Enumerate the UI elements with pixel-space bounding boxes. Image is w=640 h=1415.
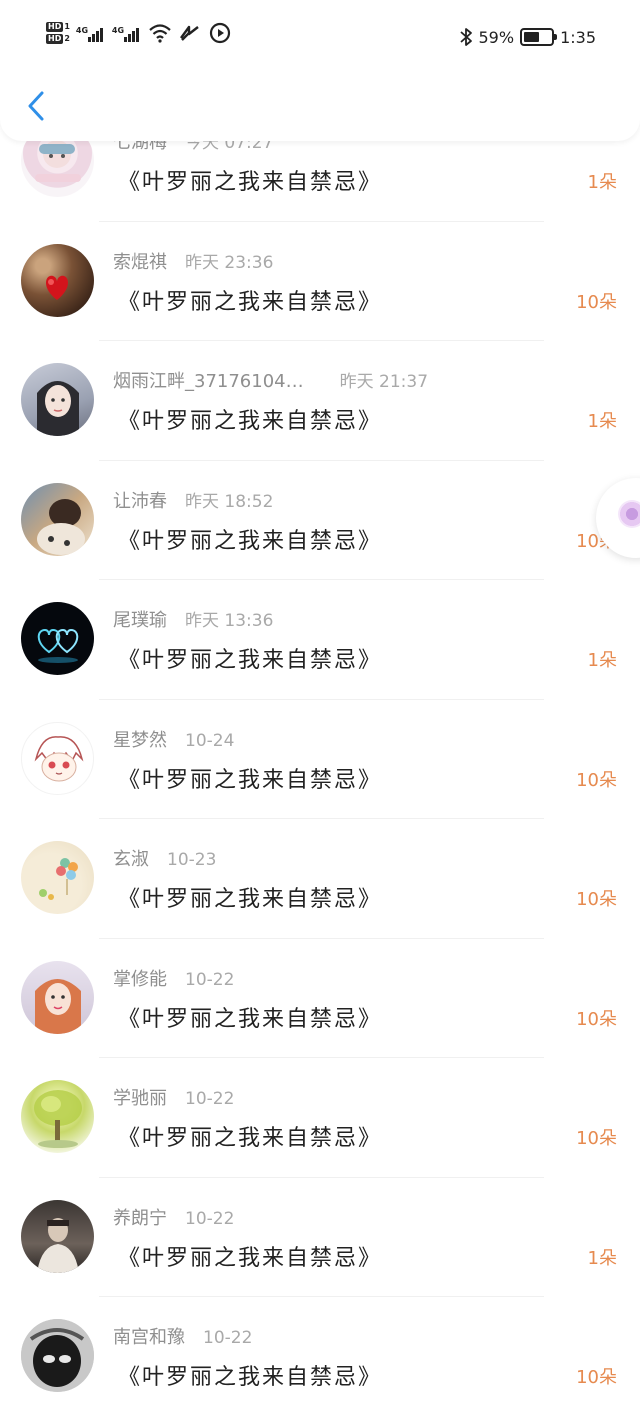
battery-fill xyxy=(524,32,540,42)
avatar[interactable] xyxy=(21,1080,94,1153)
bluetooth-icon xyxy=(459,28,472,46)
gift-amount: 1朵 xyxy=(587,172,617,193)
send-time: 昨天 13:36 xyxy=(185,611,274,631)
chevron-left-icon xyxy=(28,91,44,121)
hd-indicator-2: HD 2 xyxy=(46,34,70,44)
gift-message: 《叶罗丽之我来自禁忌》 xyxy=(118,1245,383,1271)
send-time: 昨天 23:36 xyxy=(185,252,274,273)
sender-meta: 掌修能 10-22 xyxy=(113,965,234,991)
gift-message: 《叶罗丽之我来自禁忌》 xyxy=(118,1365,383,1390)
gift-amount: 10朵 xyxy=(576,1008,617,1030)
avatar[interactable] xyxy=(21,960,94,1034)
avatar[interactable] xyxy=(21,482,94,556)
list-item[interactable]: 南宫和豫 10-22 《叶罗丽之我来自禁忌》 10朵 xyxy=(0,1297,640,1415)
send-time: 10-24 xyxy=(185,730,235,751)
network-label: 4G xyxy=(111,26,125,35)
sender-name: 星梦然 xyxy=(113,729,167,751)
sender-name: 索焜祺 xyxy=(113,251,167,273)
send-time: 10-22 xyxy=(185,1089,235,1109)
hd-sub: 1 xyxy=(64,22,70,31)
list-item[interactable]: 星梦然 10-24 《叶罗丽之我来自禁忌》 10朵 xyxy=(0,700,640,819)
gift-message: 《叶罗丽之我来自禁忌》 xyxy=(118,1006,383,1032)
sender-name: 学驰丽 xyxy=(113,1088,167,1109)
gift-amount: 10朵 xyxy=(576,769,617,791)
avatar[interactable] xyxy=(21,1319,94,1392)
list-item[interactable]: 玄淑 10-23 《叶罗丽之我来自禁忌》 10朵 xyxy=(0,819,640,939)
sender-name: 烟雨江畔_37176104… xyxy=(113,371,304,392)
status-bar: HD 1 HD 2 4G 4G 59% 1:35 xyxy=(0,0,640,78)
gift-amount: 10朵 xyxy=(576,1367,617,1388)
gift-message: 《叶罗丽之我来自禁忌》 xyxy=(118,648,383,673)
clock: 1:35 xyxy=(560,27,596,47)
gift-message: 《叶罗丽之我来自禁忌》 xyxy=(118,409,383,434)
sender-name: 养朗宁 xyxy=(113,1207,167,1229)
nfc-icon xyxy=(179,25,199,41)
sender-name: 掌修能 xyxy=(113,968,167,990)
list-item[interactable]: 索焜祺 昨天 23:36 《叶罗丽之我来自禁忌》 10朵 xyxy=(0,222,640,341)
battery-percent: 59% xyxy=(478,27,515,47)
send-time: 昨天 21:37 xyxy=(339,372,429,392)
send-time: 10-22 xyxy=(203,1328,253,1348)
battery-icon xyxy=(520,28,558,46)
hd-label: HD xyxy=(46,22,64,32)
sender-meta: 星梦然 10-24 xyxy=(113,726,234,752)
sender-meta: 索焜祺 昨天 23:36 xyxy=(113,248,273,274)
hd-label: HD xyxy=(46,34,64,44)
gift-amount: 10朵 xyxy=(576,889,617,910)
status-right: 59% 1:35 xyxy=(459,27,596,47)
hd-sub: 2 xyxy=(64,34,70,43)
sender-meta: 尾璞瑜 昨天 13:36 xyxy=(113,606,273,632)
sender-meta: 养朗宁 10-22 xyxy=(113,1204,234,1230)
avatar[interactable] xyxy=(21,1199,94,1273)
network-label: 4G xyxy=(75,26,89,35)
sender-name: 南宫和豫 xyxy=(113,1327,185,1348)
avatar[interactable] xyxy=(21,841,94,914)
list-item[interactable]: 让沛春 昨天 18:52 《叶罗丽之我来自禁忌》 10朵 xyxy=(0,461,640,580)
list-item[interactable]: 养朗宁 10-22 《叶罗丽之我来自禁忌》 1朵 xyxy=(0,1178,640,1297)
avatar[interactable] xyxy=(21,243,94,317)
status-left: HD 1 HD 2 4G 4G xyxy=(46,22,232,44)
gift-amount: 1朵 xyxy=(587,411,617,432)
signal-icon: 4G xyxy=(112,22,142,44)
gift-amount: 1朵 xyxy=(587,650,617,671)
list-item[interactable]: 掌修能 10-22 《叶罗丽之我来自禁忌》 10朵 xyxy=(0,939,640,1058)
gift-list-screen: 七湖梅 今天 07:27 《叶罗丽之我来自禁忌》 1朵 索焜祺 昨天 23:36… xyxy=(0,0,640,1415)
sender-meta: 烟雨江畔_37176104… 昨天 21:37 xyxy=(113,367,428,393)
send-time: 10-22 xyxy=(185,1208,235,1229)
list-item[interactable]: 学驰丽 10-22 《叶罗丽之我来自禁忌》 10朵 xyxy=(0,1058,640,1178)
gift-amount: 10朵 xyxy=(576,291,617,313)
wifi-icon xyxy=(149,24,171,43)
gift-amount: 10朵 xyxy=(576,1128,617,1149)
sender-meta: 学驰丽 10-22 xyxy=(113,1084,234,1110)
sender-name: 玄淑 xyxy=(113,849,149,870)
gift-message: 《叶罗丽之我来自禁忌》 xyxy=(118,289,383,315)
avatar[interactable] xyxy=(21,602,94,675)
gift-amount: 1朵 xyxy=(587,1247,617,1269)
sender-meta: 南宫和豫 10-22 xyxy=(113,1323,252,1349)
back-button[interactable] xyxy=(20,86,52,126)
sender-name: 尾璞瑜 xyxy=(113,610,167,631)
avatar[interactable] xyxy=(21,721,94,795)
gift-message: 《叶罗丽之我来自禁忌》 xyxy=(118,170,383,195)
flower-icon xyxy=(618,500,640,528)
send-time: 10-22 xyxy=(185,969,235,990)
hd-indicator-1: HD 1 xyxy=(46,22,70,32)
sender-meta: 玄淑 10-23 xyxy=(113,845,216,871)
avatar[interactable] xyxy=(21,363,94,436)
gift-message: 《叶罗丽之我来自禁忌》 xyxy=(118,887,383,912)
hd-indicators: HD 1 HD 2 xyxy=(46,22,70,44)
list-item[interactable]: 烟雨江畔_37176104… 昨天 21:37 《叶罗丽之我来自禁忌》 1朵 xyxy=(0,341,640,461)
send-time: 10-23 xyxy=(167,850,217,870)
gift-message: 《叶罗丽之我来自禁忌》 xyxy=(118,528,383,554)
signal-icon: 4G xyxy=(76,22,106,44)
list-item[interactable]: 尾璞瑜 昨天 13:36 《叶罗丽之我来自禁忌》 1朵 xyxy=(0,580,640,700)
gift-message: 《叶罗丽之我来自禁忌》 xyxy=(118,1126,383,1151)
sender-name: 让沛春 xyxy=(113,490,167,512)
top-header: HD 1 HD 2 4G 4G 59% 1:35 xyxy=(0,0,640,141)
sender-meta: 让沛春 昨天 18:52 xyxy=(113,487,273,513)
gift-message: 《叶罗丽之我来自禁忌》 xyxy=(118,767,383,793)
send-time: 昨天 18:52 xyxy=(185,491,274,512)
play-icon xyxy=(209,22,231,44)
